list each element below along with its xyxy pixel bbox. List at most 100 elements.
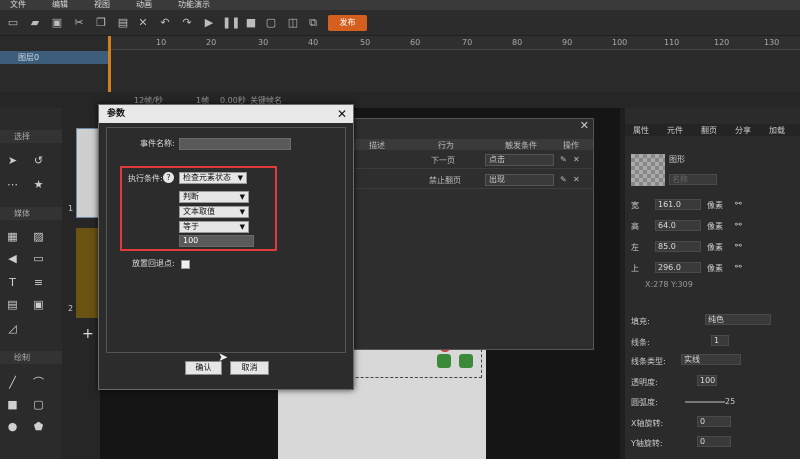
tab-properties[interactable]: 属性 [633, 125, 649, 136]
tab-load[interactable]: 加载 [769, 125, 785, 136]
top-input[interactable]: 296.0 [655, 262, 701, 273]
rounded-rect-icon[interactable]: ▢ [32, 398, 45, 411]
unit-label: 像素 [707, 264, 723, 273]
lasso-icon[interactable]: ↺ [32, 154, 45, 167]
close-icon[interactable]: ✕ [337, 106, 347, 122]
ruler-tick: 60 [410, 38, 421, 47]
menu-bar: 文件 编辑 视图 动画 功能演示 [0, 0, 800, 10]
y-rotation-input[interactable]: 0 [697, 436, 731, 447]
width-input[interactable]: 161.0 [655, 199, 701, 210]
curve-icon[interactable]: ⌒ [32, 376, 45, 389]
rollback-checkbox[interactable] [181, 260, 190, 269]
open-folder-icon[interactable]: ▰ [28, 16, 42, 29]
opacity-label: 透明度: [631, 378, 658, 387]
menu-edit[interactable]: 编辑 [52, 0, 68, 10]
rectangle-icon[interactable]: ■ [6, 398, 19, 411]
column-action: 行为 [438, 141, 454, 150]
playhead[interactable] [108, 36, 111, 92]
event-name-input[interactable] [179, 138, 291, 150]
event-row[interactable]: 下一页 点击 ✎ ✕ [353, 151, 593, 169]
line-type-select[interactable]: 实线 [681, 354, 741, 365]
column-description: 描述 [369, 141, 385, 150]
element-name-input[interactable]: 名称 [669, 174, 717, 185]
polygon-icon[interactable]: ⬟ [32, 420, 45, 433]
chart-icon[interactable]: ◿ [6, 322, 19, 335]
circle-icon[interactable]: ● [6, 420, 19, 433]
shape-handle-icon[interactable] [437, 354, 451, 368]
event-row[interactable]: 禁止翻页 出现 ✎ ✕ [353, 171, 593, 189]
tab-page-turn[interactable]: 翻页 [701, 125, 717, 136]
height-label: 高 [631, 222, 639, 231]
save-icon[interactable]: ▣ [50, 16, 64, 29]
preview-icon[interactable]: ▢ [264, 16, 278, 29]
ruler-tick: 130 [764, 38, 780, 47]
menu-view[interactable]: 视图 [94, 0, 110, 10]
shape-handle-icon[interactable] [459, 354, 473, 368]
trigger-select[interactable]: 点击 [485, 154, 554, 166]
link-icon[interactable]: ⧉ [306, 16, 320, 29]
pointer-icon[interactable]: ➤ [6, 154, 19, 167]
x-rotation-input[interactable]: 0 [697, 416, 731, 427]
cut-icon[interactable]: ✂ [72, 16, 86, 29]
star-icon[interactable]: ★ [32, 178, 45, 191]
copy-icon[interactable]: ❐ [94, 16, 108, 29]
add-slide-icon[interactable]: + [82, 326, 94, 342]
delete-icon[interactable]: ✕ [573, 175, 580, 184]
image-icon[interactable]: ▨ [32, 230, 45, 243]
new-file-icon[interactable]: ▭ [6, 16, 20, 29]
marquee-icon[interactable]: ⋯ [6, 178, 19, 191]
draw-section-header[interactable]: 绘制 [0, 351, 62, 364]
line-icon[interactable]: ╱ [6, 376, 19, 389]
widget-icon[interactable]: ▣ [32, 298, 45, 311]
link-icon[interactable]: ⚯ [735, 199, 742, 208]
delete-icon[interactable]: ✕ [573, 155, 580, 164]
link-icon[interactable]: ⚯ [735, 220, 742, 229]
menu-animation[interactable]: 动画 [136, 0, 152, 10]
trigger-select[interactable]: 出现 [485, 174, 554, 186]
paste-icon[interactable]: ▤ [116, 16, 130, 29]
fill-select[interactable]: 纯色 [705, 314, 771, 325]
timeline-ruler[interactable]: 10 20 30 40 50 60 70 80 90 100 110 120 1… [108, 36, 800, 50]
close-icon[interactable]: ✕ [580, 119, 589, 132]
event-list-header: 描述 行为 触发条件 操作 [353, 139, 593, 150]
delete-icon[interactable]: ✕ [136, 16, 150, 29]
fill-label: 填充: [631, 317, 650, 326]
undo-icon[interactable]: ↶ [158, 16, 172, 29]
grid-icon[interactable]: ▦ [6, 230, 19, 243]
redo-icon[interactable]: ↷ [180, 16, 194, 29]
link-icon[interactable]: ⚯ [735, 241, 742, 250]
paragraph-icon[interactable]: ≡ [32, 276, 45, 289]
menu-demo[interactable]: 功能演示 [178, 0, 210, 10]
cancel-button[interactable]: 取消 [230, 361, 269, 375]
corner-slider[interactable] [685, 401, 725, 403]
edit-icon[interactable]: ✎ [560, 155, 567, 164]
left-input[interactable]: 85.0 [655, 241, 701, 252]
link-icon[interactable]: ⚯ [735, 262, 742, 271]
menu-file[interactable]: 文件 [10, 0, 26, 10]
ruler-tick: 110 [664, 38, 680, 47]
ruler-tick: 10 [156, 38, 167, 47]
media-section-header[interactable]: 媒体 [0, 207, 62, 220]
select-section-header[interactable]: 选择 [0, 130, 62, 143]
export-icon[interactable]: ◫ [286, 16, 300, 29]
audio-icon[interactable]: ◀ [6, 252, 19, 265]
layer-row[interactable]: 图层0 [0, 51, 108, 64]
stop-icon[interactable]: ■ [244, 16, 258, 29]
height-input[interactable]: 64.0 [655, 220, 701, 231]
publish-button[interactable]: 发布 [328, 15, 367, 31]
tab-share[interactable]: 分享 [735, 125, 751, 136]
line-width-select[interactable]: 1 [711, 335, 729, 346]
video-icon[interactable]: ▭ [32, 252, 45, 265]
edit-icon[interactable]: ✎ [560, 175, 567, 184]
slide-thumbnail[interactable] [76, 128, 100, 218]
play-icon[interactable]: ▶ [202, 16, 216, 29]
form-icon[interactable]: ▤ [6, 298, 19, 311]
tab-components[interactable]: 元件 [667, 125, 683, 136]
ok-button[interactable]: 确认 [185, 361, 222, 375]
pause-icon[interactable]: ❚❚ [222, 16, 240, 29]
slide-thumbnail[interactable] [76, 228, 100, 318]
left-label: 左 [631, 243, 639, 252]
top-label: 上 [631, 264, 639, 273]
text-icon[interactable]: T [6, 276, 19, 289]
opacity-input[interactable]: 100 [697, 375, 717, 386]
